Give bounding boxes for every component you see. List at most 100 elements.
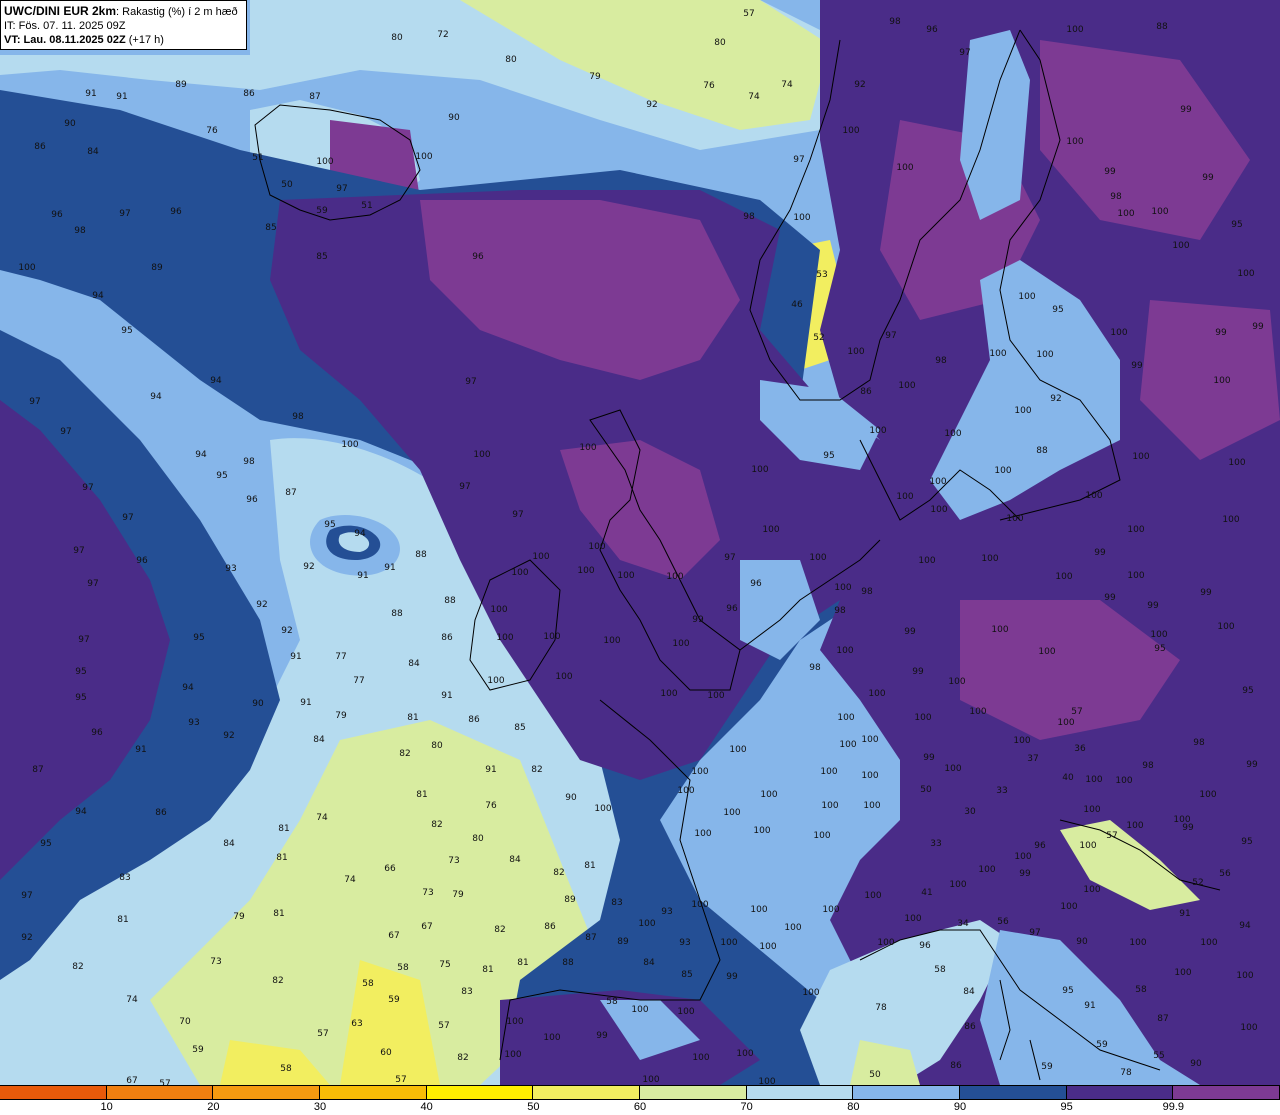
humidity-value-label: 100 — [1213, 376, 1231, 386]
humidity-value-label: 95 — [75, 693, 87, 703]
humidity-value-label: 97 — [459, 482, 471, 492]
humidity-value-label: 100 — [316, 157, 334, 167]
humidity-value-label: 94 — [1239, 921, 1251, 931]
humidity-value-label: 100 — [1127, 525, 1145, 535]
humidity-value-label: 100 — [929, 477, 947, 487]
humidity-value-label: 52 — [1192, 878, 1204, 888]
humidity-value-label: 91 — [1084, 1001, 1096, 1011]
humidity-value-label: 52 — [813, 333, 825, 343]
humidity-value-label: 97 — [793, 155, 805, 165]
legend-swatch — [533, 1086, 640, 1099]
humidity-value-label: 95 — [121, 326, 133, 336]
humidity-value-label: 81 — [482, 965, 494, 975]
humidity-value-label: 99 — [1202, 173, 1214, 183]
humidity-value-label: 100 — [415, 152, 433, 162]
issue-time: IT: Fös. 07. 11. 2025 09Z — [4, 20, 126, 32]
humidity-value-label: 100 — [1014, 406, 1032, 416]
humidity-value-label: 99 — [1182, 823, 1194, 833]
humidity-value-label: 94 — [150, 392, 162, 402]
humidity-value-label: 100 — [487, 676, 505, 686]
humidity-value-label: 98 — [889, 17, 901, 27]
humidity-value-label: 95 — [1242, 686, 1254, 696]
humidity-value-label: 100 — [877, 938, 895, 948]
humidity-value-label: 100 — [660, 689, 678, 699]
humidity-value-label: 98 — [292, 412, 304, 422]
humidity-value-label: 98 — [861, 587, 873, 597]
legend-tick-label: 10 — [100, 1101, 113, 1113]
humidity-value-label: 100 — [617, 571, 635, 581]
legend-tick-label: 95 — [1060, 1101, 1073, 1113]
humidity-value-label: 83 — [119, 873, 131, 883]
humidity-value-label: 81 — [416, 790, 428, 800]
humidity-value-label: 100 — [1066, 25, 1084, 35]
humidity-value-label: 100 — [1060, 902, 1078, 912]
humidity-value-label: 100 — [707, 691, 725, 701]
humidity-value-label: 97 — [82, 483, 94, 493]
humidity-value-label: 57 — [1106, 831, 1118, 841]
humidity-value-label: 72 — [437, 30, 449, 40]
humidity-value-label: 100 — [760, 790, 778, 800]
humidity-value-label: 79 — [233, 912, 245, 922]
humidity-value-label: 80 — [472, 834, 484, 844]
forecast-hour: (+17 h) — [125, 34, 164, 46]
humidity-value-label: 100 — [1085, 775, 1103, 785]
humidity-value-label: 74 — [316, 813, 328, 823]
humidity-value-label: 96 — [136, 556, 148, 566]
humidity-value-label: 87 — [585, 933, 597, 943]
humidity-value-label: 90 — [448, 113, 460, 123]
humidity-value-label: 100 — [1038, 647, 1056, 657]
humidity-value-label: 100 — [914, 713, 932, 723]
humidity-value-label: 97 — [87, 579, 99, 589]
humidity-value-label: 100 — [588, 542, 606, 552]
humidity-value-label: 59 — [388, 995, 400, 1005]
legend-tick-label: 20 — [207, 1101, 220, 1113]
humidity-value-label: 81 — [117, 915, 129, 925]
humidity-value-label: 99 — [1252, 322, 1264, 332]
humidity-value-label: 37 — [1027, 754, 1039, 764]
humidity-value-label: 59 — [1041, 1062, 1053, 1072]
humidity-value-label: 63 — [351, 1019, 363, 1029]
humidity-value-label: 84 — [313, 735, 325, 745]
color-legend: 10 20 30 40 50 60 70 80 90 95 99.9 — [0, 1085, 1280, 1115]
humidity-value-label: 95 — [823, 451, 835, 461]
humidity-value-label: 95 — [1231, 220, 1243, 230]
legend-swatch — [746, 1086, 854, 1099]
humidity-value-label: 92 — [256, 600, 268, 610]
humidity-value-label: 77 — [353, 676, 365, 686]
humidity-value-label: 85 — [681, 970, 693, 980]
humidity-value-label: 74 — [781, 80, 793, 90]
humidity-value-label: 100 — [991, 625, 1009, 635]
humidity-value-label: 84 — [87, 147, 99, 157]
humidity-value-label: 84 — [509, 855, 521, 865]
humidity-value-label: 86 — [155, 808, 167, 818]
humidity-value-label: 100 — [978, 865, 996, 875]
humidity-value-label: 97 — [78, 635, 90, 645]
humidity-value-label: 93 — [188, 718, 200, 728]
humidity-value-label: 67 — [126, 1076, 138, 1085]
humidity-value-label: 87 — [32, 765, 44, 775]
humidity-value-label: 91 — [290, 652, 302, 662]
humidity-value-label: 79 — [335, 711, 347, 721]
humidity-value-label: 100 — [490, 605, 508, 615]
humidity-value-label: 100 — [1006, 514, 1024, 524]
humidity-value-label: 78 — [1120, 1068, 1132, 1078]
humidity-value-label: 99 — [1104, 593, 1116, 603]
humidity-value-label: 100 — [720, 938, 738, 948]
humidity-value-label: 91 — [485, 765, 497, 775]
humidity-value-label: 98 — [1110, 192, 1122, 202]
humidity-value-label: 100 — [864, 891, 882, 901]
humidity-value-label: 82 — [431, 820, 443, 830]
humidity-value-label: 99 — [912, 667, 924, 677]
humidity-value-label: 100 — [1036, 350, 1054, 360]
title-line: UWC/DINI EUR 2km: Rakastig (%) í 2 m hæð — [4, 4, 243, 19]
humidity-value-label: 46 — [791, 300, 803, 310]
humidity-value-label: 97 — [1029, 928, 1041, 938]
humidity-value-label: 100 — [793, 213, 811, 223]
humidity-value-label: 56 — [997, 917, 1009, 927]
humidity-value-label: 96 — [926, 25, 938, 35]
humidity-value-label: 83 — [611, 898, 623, 908]
humidity-value-label: 78 — [875, 1003, 887, 1013]
humidity-value-label: 100 — [1240, 1023, 1258, 1033]
humidity-value-label: 98 — [743, 212, 755, 222]
humidity-value-label: 91 — [85, 89, 97, 99]
